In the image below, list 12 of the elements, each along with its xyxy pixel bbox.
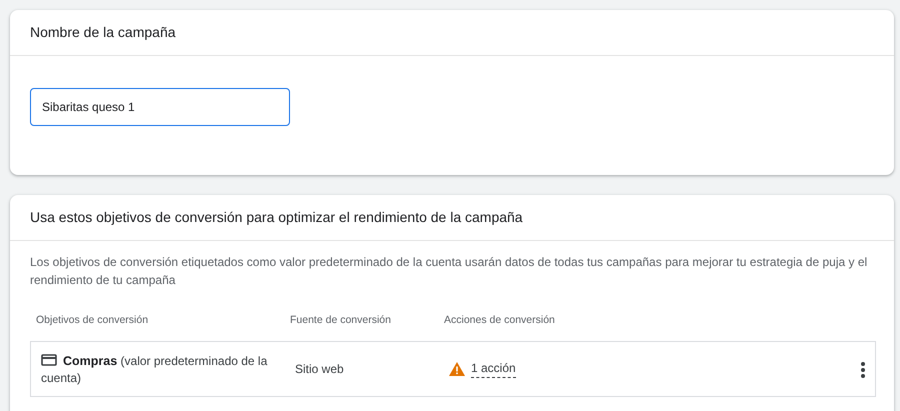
column-header: Objetivos de conversión	[36, 313, 150, 328]
column-header: Fuente de conversión	[290, 313, 392, 328]
description-text: Los objetivos de conversión etiquetados como valor predeterminado de la cuenta usarán datos de todas tus campañas para mejorar tu estrategia de puja y el rendimiento de tu campaña	[29, 254, 868, 289]
card-title: Nombre de la campaña	[10, 10, 894, 56]
column-header: Acciones de conversión	[444, 313, 556, 328]
source-text: Sitio web	[295, 360, 345, 378]
campaign-name-field[interactable]: Sibaritas queso 1	[30, 88, 290, 126]
actions-link[interactable]: 1 acción	[471, 359, 516, 378]
goal-name: Compras (valor predeterminado de la cuenta)	[41, 352, 268, 386]
more-options-icon[interactable]	[861, 360, 865, 378]
card-icon	[41, 354, 57, 366]
card-title: Usa estos objetivos de conversión para optimizar el rendimiento de la campaña	[10, 195, 894, 241]
